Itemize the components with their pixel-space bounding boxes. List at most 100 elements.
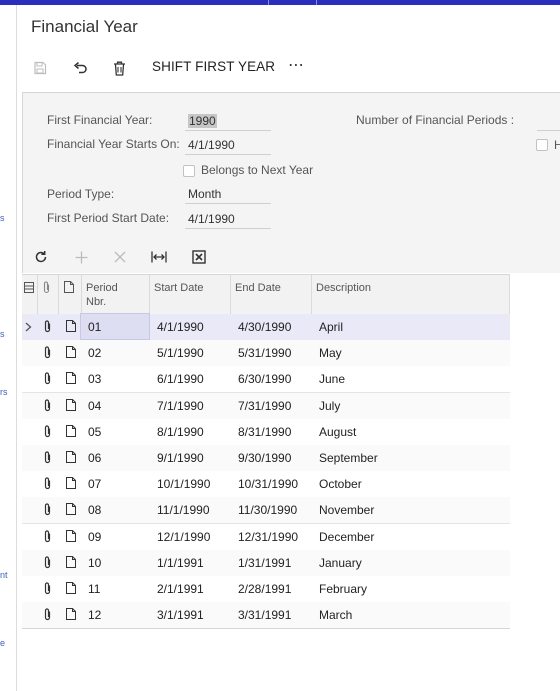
note-icon[interactable] (66, 424, 76, 440)
start-date-cell[interactable]: 8/1/1990 (157, 419, 204, 445)
end-date-cell[interactable]: 11/30/1990 (238, 497, 297, 523)
shift-first-year-button[interactable]: SHIFT FIRST YEAR (152, 59, 275, 74)
note-icon[interactable] (66, 372, 76, 387)
table-row[interactable]: 08 11/1/1990 11/30/1990 November (22, 497, 510, 525)
end-date-cell[interactable]: 3/31/1991 (238, 602, 291, 628)
paperclip-icon[interactable] (43, 346, 52, 362)
note-icon[interactable] (66, 320, 76, 335)
start-date-cell[interactable]: 7/1/1990 (157, 393, 204, 419)
note-icon[interactable] (66, 608, 76, 623)
nav-item-fragment[interactable]: s (0, 213, 5, 223)
note-icon[interactable] (66, 529, 76, 545)
paperclip-icon[interactable] (43, 320, 52, 336)
paperclip-icon[interactable] (43, 425, 52, 441)
period-nbr-cell[interactable]: 07 (88, 471, 101, 497)
table-row[interactable]: 04 7/1/1990 7/31/1990 July (22, 392, 510, 420)
end-date-cell[interactable]: 10/31/1990 (238, 471, 298, 497)
end-date-cell[interactable]: 12/31/1990 (238, 524, 298, 550)
end-date-cell[interactable]: 2/28/1991 (238, 576, 291, 602)
end-date-cell[interactable]: 1/31/1991 (238, 550, 291, 576)
description-cell[interactable]: September (319, 445, 378, 471)
description-cell[interactable]: June (319, 366, 345, 392)
end-date-cell[interactable]: 6/30/1990 (238, 366, 291, 392)
start-date-cell[interactable]: 10/1/1990 (157, 471, 210, 497)
table-row[interactable]: 01 4/1/1990 4/30/1990 April (22, 313, 510, 341)
period-nbr-cell[interactable]: 10 (88, 550, 101, 576)
table-row[interactable]: 03 6/1/1990 6/30/1990 June (22, 366, 510, 394)
delete-button[interactable] (109, 55, 129, 81)
column-header-description[interactable]: Description (311, 275, 510, 315)
period-nbr-cell[interactable]: 03 (88, 366, 101, 392)
remove-row-button[interactable] (109, 246, 131, 268)
table-row[interactable]: 02 5/1/1990 5/31/1990 May (22, 340, 510, 368)
first-financial-year-field[interactable]: 1990 (188, 114, 217, 128)
note-icon[interactable] (66, 503, 76, 518)
description-cell[interactable]: November (319, 497, 374, 523)
period-nbr-cell[interactable]: 01 (88, 314, 101, 340)
period-nbr-cell[interactable]: 04 (88, 393, 101, 419)
table-row[interactable]: 07 10/1/1990 10/31/1990 October (22, 471, 510, 499)
paperclip-icon[interactable] (43, 530, 52, 546)
table-row[interactable]: 09 12/1/1990 12/31/1990 December (22, 523, 510, 551)
right-option-checkbox[interactable] (536, 139, 548, 151)
description-cell[interactable]: January (319, 550, 362, 576)
column-header-start-date[interactable]: Start Date (149, 275, 231, 315)
first-period-start-field[interactable]: 4/1/1990 (188, 212, 235, 226)
start-date-cell[interactable]: 4/1/1990 (157, 314, 204, 340)
paperclip-icon[interactable] (43, 503, 52, 519)
description-cell[interactable]: August (319, 419, 356, 445)
nav-item-fragment[interactable]: e (0, 638, 5, 648)
start-date-cell[interactable]: 5/1/1990 (157, 340, 204, 366)
note-icon[interactable] (66, 555, 76, 571)
save-button[interactable] (30, 55, 50, 81)
end-date-cell[interactable]: 4/30/1990 (238, 314, 291, 340)
nav-item-fragment[interactable]: nt (0, 570, 8, 580)
column-header-notes[interactable] (58, 275, 82, 315)
more-actions-button[interactable]: ⋯ (288, 55, 305, 75)
start-date-cell[interactable]: 9/1/1990 (157, 445, 204, 471)
column-header-files[interactable] (37, 275, 59, 315)
paperclip-icon[interactable] (43, 477, 52, 493)
belongs-next-year-checkbox[interactable] (183, 165, 195, 177)
table-row[interactable]: 06 9/1/1990 9/30/1990 September (22, 445, 510, 472)
description-cell[interactable]: October (319, 471, 362, 497)
start-date-cell[interactable]: 11/1/1990 (157, 497, 210, 523)
table-row[interactable]: 12 3/1/1991 3/31/1991 March (22, 602, 510, 630)
nav-item-fragment[interactable]: rs (0, 387, 8, 397)
add-row-button[interactable] (70, 246, 92, 268)
column-header-period-nbr[interactable]: Period Nbr. (81, 275, 150, 315)
description-cell[interactable]: March (319, 602, 352, 628)
nav-item-fragment[interactable]: s (0, 329, 5, 339)
period-nbr-cell[interactable]: 11 (88, 576, 100, 602)
period-nbr-cell[interactable]: 08 (88, 497, 101, 523)
table-row[interactable]: 11 2/1/1991 2/28/1991 February (22, 576, 510, 603)
table-row[interactable]: 10 1/1/1991 1/31/1991 January (22, 549, 510, 577)
period-nbr-cell[interactable]: 05 (88, 419, 101, 445)
export-excel-button[interactable] (188, 246, 210, 268)
paperclip-icon[interactable] (43, 556, 52, 572)
description-cell[interactable]: December (319, 524, 374, 550)
end-date-cell[interactable]: 5/31/1990 (238, 340, 291, 366)
paperclip-icon[interactable] (43, 582, 52, 598)
note-icon[interactable] (66, 398, 76, 414)
period-type-select[interactable]: Month (188, 187, 221, 201)
description-cell[interactable]: July (319, 393, 340, 419)
description-cell[interactable]: April (319, 314, 343, 340)
column-header-end-date[interactable]: End Date (230, 275, 312, 315)
end-date-cell[interactable]: 9/30/1990 (238, 445, 291, 471)
end-date-cell[interactable]: 7/31/1990 (238, 393, 291, 419)
note-icon[interactable] (66, 582, 76, 597)
undo-button[interactable] (70, 55, 90, 81)
description-cell[interactable]: February (319, 576, 367, 602)
note-icon[interactable] (66, 477, 76, 492)
note-icon[interactable] (66, 346, 76, 361)
period-nbr-cell[interactable]: 12 (88, 602, 101, 628)
end-date-cell[interactable]: 8/31/1990 (238, 419, 291, 445)
paperclip-icon[interactable] (43, 399, 52, 415)
year-starts-on-field[interactable]: 4/1/1990 (188, 138, 235, 152)
table-row[interactable]: 05 8/1/1990 8/31/1990 August (22, 418, 510, 446)
start-date-cell[interactable]: 2/1/1991 (157, 576, 204, 602)
column-header-selector[interactable] (22, 275, 38, 315)
period-nbr-cell[interactable]: 09 (88, 524, 101, 550)
paperclip-icon[interactable] (43, 608, 52, 624)
